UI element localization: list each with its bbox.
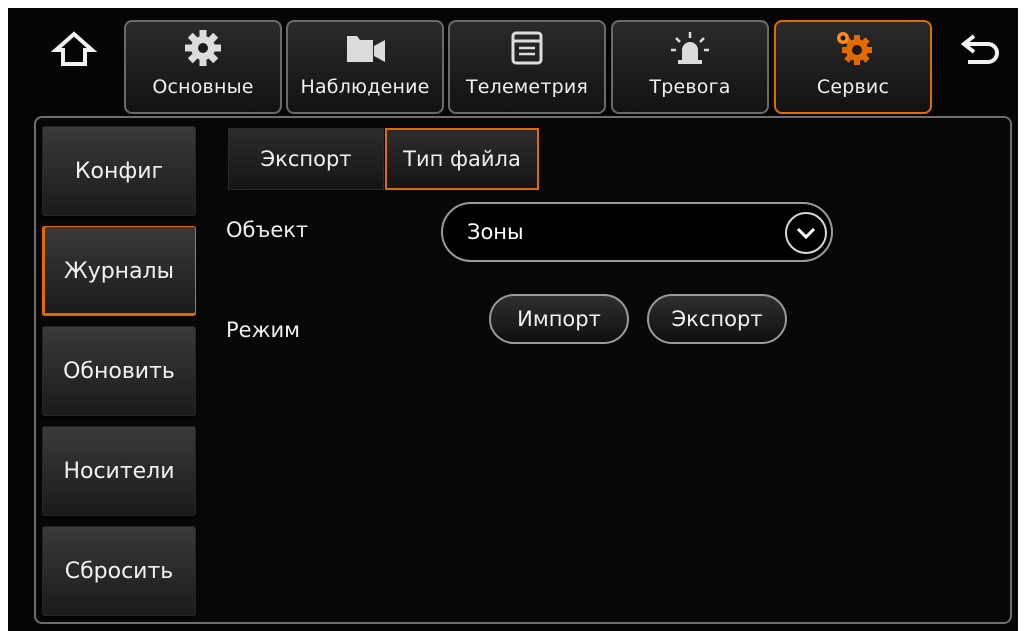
tab-label: Основные xyxy=(152,76,254,98)
back-arrow-icon[interactable] xyxy=(958,26,1006,74)
content-panel: Конфиг Журналы Обновить Носители Сбросит… xyxy=(34,116,1012,624)
object-select[interactable]: Зоны xyxy=(441,202,833,262)
tab-servis[interactable]: Сервис xyxy=(774,20,932,114)
sidebar-item-sbrosit[interactable]: Сбросить xyxy=(42,526,196,616)
sidebar-item-zhurnaly[interactable]: Журналы xyxy=(42,226,196,316)
tab-label: Телеметрия xyxy=(465,76,589,98)
export-button[interactable]: Экспорт xyxy=(647,294,787,344)
tab-osnovnye[interactable]: Основные xyxy=(124,20,282,114)
mode-label: Режим xyxy=(226,318,300,342)
subtab-export[interactable]: Экспорт xyxy=(228,128,384,190)
sidebar-item-nositeli[interactable]: Носители xyxy=(42,426,196,516)
home-icon[interactable] xyxy=(50,26,98,74)
tab-label: Тревога xyxy=(649,76,731,98)
tab-label: Сервис xyxy=(816,76,890,98)
tab-nablyudenie[interactable]: Наблюдение xyxy=(286,20,444,114)
object-select-value: Зоны xyxy=(467,220,524,244)
gear-icon xyxy=(181,28,225,68)
tab-trevoga[interactable]: Тревога xyxy=(611,20,769,114)
alarm-siren-icon xyxy=(668,28,712,68)
object-label: Объект xyxy=(226,218,309,242)
chevron-down-icon[interactable] xyxy=(785,212,827,254)
video-camera-icon xyxy=(343,28,387,68)
tab-telemetriya[interactable]: Телеметрия xyxy=(448,20,606,114)
gears-service-icon xyxy=(831,28,875,68)
import-button[interactable]: Импорт xyxy=(489,294,629,344)
tab-label: Наблюдение xyxy=(300,76,430,98)
window-list-icon xyxy=(505,28,549,68)
subtab-file-type[interactable]: Тип файла xyxy=(385,128,539,190)
sidebar-item-obnovit[interactable]: Обновить xyxy=(42,326,196,416)
sidebar-item-konfig[interactable]: Конфиг xyxy=(42,126,196,216)
dvr-settings-window: Основные Наблюдение Телеметрия Тревога С… xyxy=(8,8,1018,631)
